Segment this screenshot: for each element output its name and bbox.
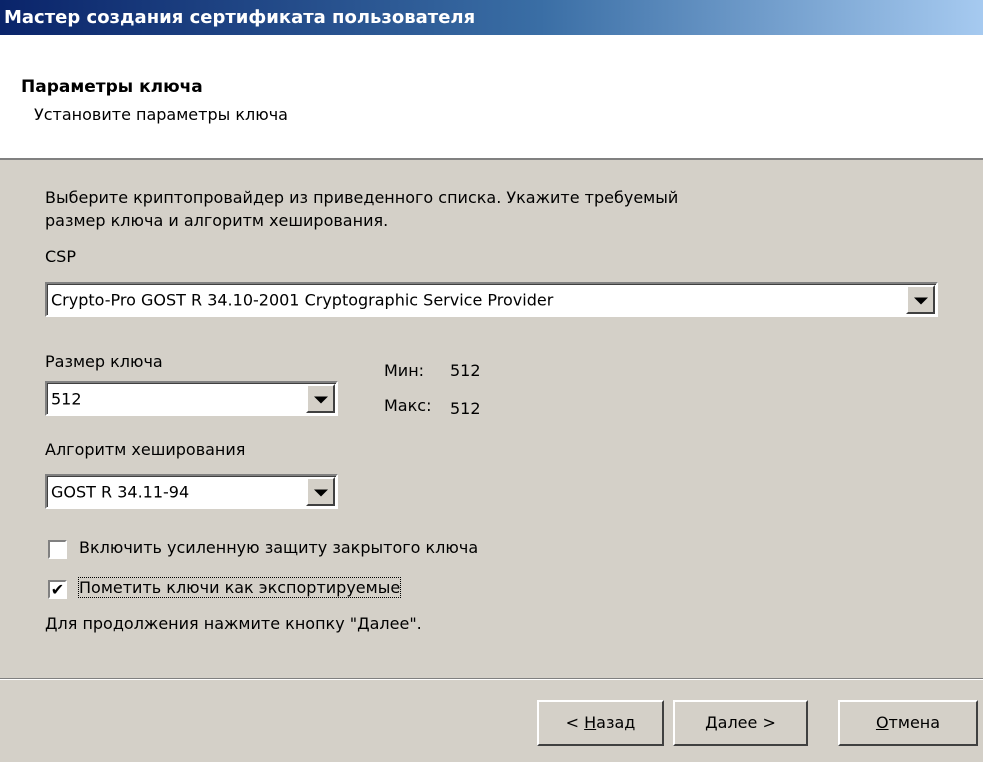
min-value: 512 [450,361,481,380]
checkmark-icon: ✔ [50,580,65,599]
next-button-label: алее > [717,713,776,732]
chevron-down-icon[interactable] [906,285,935,314]
cancel-button[interactable]: Отмена [838,700,978,746]
csp-select[interactable]: Crypto-Pro GOST R 34.10-2001 Cryptograph… [45,282,938,317]
next-button-mnemonic: Д [705,713,718,732]
max-label: Макс: [384,396,432,415]
instruction-text-line2: размер ключа и алгоритм хеширования. [45,211,389,230]
exportable-keys-label[interactable]: Пометить ключи как экспортируемые [77,577,402,598]
footer-divider-highlight [0,679,983,680]
window-title-bar[interactable]: Мастер создания сертификата пользователя [0,0,983,35]
chevron-down-icon[interactable] [306,384,335,413]
page-subtitle: Установите параметры ключа [34,105,288,124]
back-button-label: азад [596,713,636,732]
back-button-prefix: < [565,713,585,732]
key-size-select[interactable]: 512 [45,381,338,416]
strong-protection-checkbox[interactable] [48,540,67,559]
min-label: Мин: [384,361,425,380]
csp-label: CSP [45,247,76,266]
instruction-text-line1: Выберите криптопровайдер из приведенного… [45,188,679,207]
exportable-keys-checkbox[interactable]: ✔ [48,580,67,599]
next-button[interactable]: Далее > [673,700,808,746]
back-button[interactable]: < Назад [537,700,664,746]
hash-algorithm-select[interactable]: GOST R 34.11-94 [45,474,338,509]
hash-algorithm-label: Алгоритм хеширования [45,440,246,459]
strong-protection-label[interactable]: Включить усиленную защиту закрытого ключ… [79,538,478,557]
continue-hint: Для продолжения нажмите кнопку "Далее". [45,614,422,633]
page-title: Параметры ключа [21,77,203,97]
key-size-label: Размер ключа [45,352,163,371]
hash-algorithm-value: GOST R 34.11-94 [51,482,190,501]
back-button-mnemonic: Н [584,713,597,732]
csp-select-value: Crypto-Pro GOST R 34.10-2001 Cryptograph… [51,290,554,309]
chevron-down-icon[interactable] [306,477,335,506]
wizard-header: Параметры ключа Установите параметры клю… [0,35,983,160]
cancel-button-label: тмена [888,713,941,732]
max-value: 512 [450,399,481,418]
key-size-value: 512 [51,389,82,408]
window-title: Мастер создания сертификата пользователя [4,7,476,28]
cancel-button-mnemonic: О [875,713,889,732]
